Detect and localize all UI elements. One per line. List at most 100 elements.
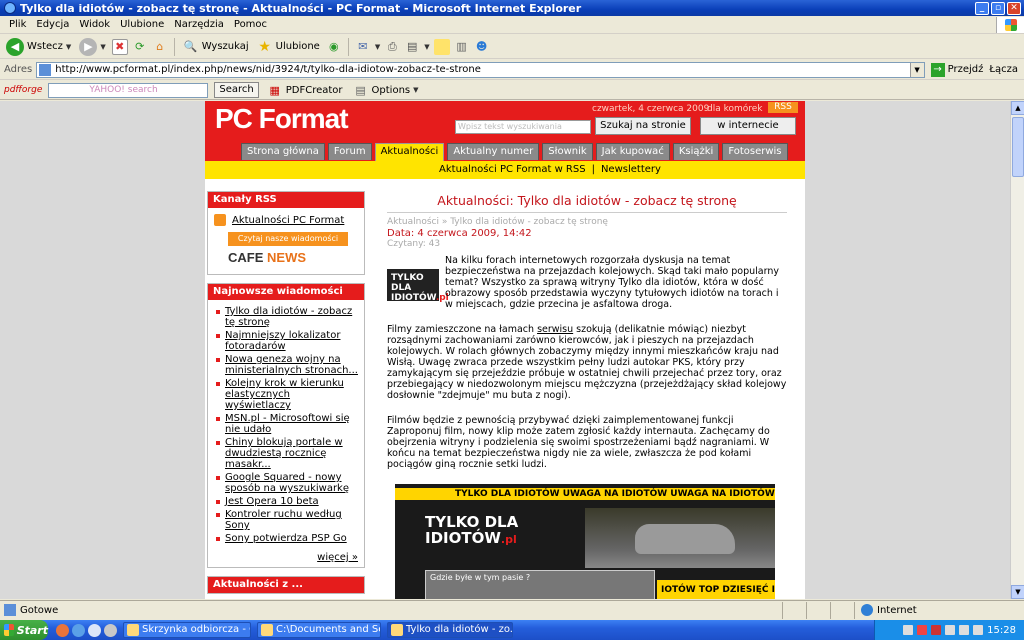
address-input[interactable]: http://www.pcformat.pl/index.php/news/ni… bbox=[36, 61, 925, 78]
site-date: czwartek, 4 czerwca 2009 bbox=[592, 104, 710, 114]
nav-photo[interactable]: Fotoserwis bbox=[722, 143, 788, 160]
close-button[interactable]: ✕ bbox=[1007, 1, 1021, 15]
taskbar-item-ie[interactable]: Tylko dla idiotów - zo... bbox=[387, 622, 513, 638]
taskbar-item-outlook[interactable]: Skrzynka odbiorcza - Out... bbox=[123, 622, 251, 638]
yahoo-search-button[interactable]: Search bbox=[214, 82, 259, 98]
list-item[interactable]: Google Squared - nowy sposób na wyszukiw… bbox=[216, 472, 358, 494]
menu-view[interactable]: Widok bbox=[74, 19, 115, 30]
opera-icon[interactable] bbox=[56, 623, 69, 637]
menu-favorites[interactable]: Ulubione bbox=[115, 19, 169, 30]
clock[interactable]: 15:28 bbox=[987, 625, 1016, 636]
article-thumbnail: TYLKO DLA IDIOTÓW.pl bbox=[387, 269, 449, 303]
subnav-rss-link[interactable]: Aktualności PC Format w RSS bbox=[439, 164, 586, 175]
scroll-thumb[interactable] bbox=[1012, 117, 1024, 177]
breadcrumb[interactable]: Aktualności » Tylko dla idiotów - zobacz… bbox=[387, 217, 787, 227]
print-button[interactable]: ⎙ bbox=[384, 39, 400, 55]
history-button[interactable]: ◉ bbox=[326, 39, 342, 55]
nav-home[interactable]: Strona główna bbox=[241, 143, 325, 160]
chevron-down-icon[interactable]: ▼ bbox=[424, 43, 429, 51]
tray-icon[interactable] bbox=[903, 625, 914, 635]
menu-help[interactable]: Pomoc bbox=[229, 19, 272, 30]
menu-file[interactable]: Plik bbox=[4, 19, 31, 30]
refresh-button[interactable]: ⟳ bbox=[132, 39, 148, 55]
vertical-scrollbar[interactable]: ▲ ▼ bbox=[1010, 101, 1024, 599]
taskbar: Start Skrzynka odbiorcza - Out... C:\Doc… bbox=[0, 620, 1024, 640]
chevron-down-icon: ▼ bbox=[65, 42, 72, 51]
latest-news-box: Najnowsze wiadomości Tylko dla idiotów -… bbox=[207, 283, 365, 568]
list-item[interactable]: Jest Opera 10 beta bbox=[216, 496, 358, 507]
rss-feed-link[interactable]: Aktualności PC Format bbox=[208, 208, 364, 228]
page-icon bbox=[4, 604, 16, 616]
windows-logo bbox=[996, 16, 1024, 33]
popup-blocker-icon[interactable] bbox=[830, 601, 854, 619]
menu-tools[interactable]: Narzędzia bbox=[169, 19, 229, 30]
nav-books[interactable]: Książki bbox=[672, 143, 720, 160]
mobile-link[interactable]: dla komórek bbox=[707, 104, 763, 114]
research-button[interactable]: ▥ bbox=[454, 39, 470, 55]
maximize-button[interactable]: ▫ bbox=[991, 1, 1005, 15]
list-item[interactable]: Chiny blokują portale w dwudziestą roczn… bbox=[216, 437, 358, 470]
messenger-button[interactable]: ☻ bbox=[474, 39, 490, 55]
nav-dictionary[interactable]: Słownik bbox=[542, 143, 593, 160]
nav-news[interactable]: Aktualności bbox=[374, 143, 445, 161]
pdfcreator-button[interactable]: ▦ PDFCreator bbox=[265, 82, 345, 98]
nav-forum[interactable]: Forum bbox=[327, 143, 372, 160]
address-dropdown[interactable]: ▼ bbox=[909, 62, 924, 77]
tray-icon[interactable] bbox=[959, 625, 970, 635]
list-item[interactable]: Sony potwierdza PSP Go bbox=[216, 533, 358, 544]
list-item[interactable]: Kontroler ruchu według Sony bbox=[216, 509, 358, 531]
taskbar-item-explorer[interactable]: C:\Documents and Settin... bbox=[257, 622, 381, 638]
nav-current-issue[interactable]: Aktualny numer bbox=[447, 143, 540, 160]
bullet-icon bbox=[216, 513, 220, 517]
go-button[interactable]: → Przejdź bbox=[929, 62, 986, 77]
links-button[interactable]: Łącza bbox=[989, 64, 1024, 75]
notes-button[interactable] bbox=[433, 38, 450, 55]
scroll-down-arrow[interactable]: ▼ bbox=[1011, 585, 1024, 599]
scroll-up-arrow[interactable]: ▲ bbox=[1011, 101, 1024, 115]
search-site-button[interactable]: Szukaj na stronie bbox=[595, 117, 691, 135]
tray-icon[interactable] bbox=[931, 625, 942, 635]
list-item[interactable]: MSN.pl - Microsoftowi się nie udało bbox=[216, 413, 358, 435]
list-item[interactable]: Kolejny krok w kierunku elastycznych wyś… bbox=[216, 378, 358, 411]
subnav-newsletter-link[interactable]: Newslettery bbox=[601, 164, 661, 175]
search-web-button[interactable]: w internecie bbox=[700, 117, 796, 135]
media-icon[interactable] bbox=[104, 623, 117, 637]
list-item[interactable]: Nowa geneza wojny na ministerialnych str… bbox=[216, 354, 358, 376]
nav-how-to-buy[interactable]: Jak kupować bbox=[595, 143, 670, 160]
news-link-label: Najmniejszy lokalizator fotoradarów bbox=[225, 330, 341, 352]
read-news-button[interactable]: Czytaj nasze wiadomości bbox=[228, 232, 348, 246]
more-link[interactable]: więcej » bbox=[208, 550, 364, 567]
start-button[interactable]: Start bbox=[0, 620, 48, 640]
search-button[interactable]: 🔍 Wyszukaj bbox=[181, 39, 251, 55]
video-player[interactable]: TYLKO DLA IDIOTÓW UWAGA NA IDIOTÓW UWAGA… bbox=[395, 484, 775, 599]
mail-button[interactable]: ✉ bbox=[355, 39, 371, 55]
desktop-icon[interactable] bbox=[88, 623, 101, 637]
back-button[interactable]: ◀ Wstecz ▼ bbox=[4, 37, 73, 56]
site-logo[interactable]: PC Format bbox=[215, 103, 349, 135]
tray-icon[interactable] bbox=[945, 625, 956, 635]
pdfforge-logo: pdfforge bbox=[4, 85, 43, 95]
list-item[interactable]: Tylko dla idiotów - zobacz tę stronę bbox=[216, 306, 358, 328]
thumb-line1: TYLKO DLA bbox=[391, 273, 424, 293]
chevron-down-icon: ▼ bbox=[100, 42, 106, 51]
tray-icon[interactable] bbox=[917, 625, 928, 635]
forward-button[interactable]: ▶ ▼ bbox=[77, 37, 107, 56]
list-item[interactable]: Najmniejszy lokalizator fotoradarów bbox=[216, 330, 358, 352]
edit-button[interactable]: ▤ bbox=[404, 39, 420, 55]
rss-badge[interactable]: RSS bbox=[768, 102, 798, 113]
cafe-news-logo[interactable]: CAFE NEWS bbox=[228, 250, 348, 268]
yahoo-search-input[interactable]: YAHOO! search bbox=[48, 82, 209, 98]
options-button[interactable]: ▤ Options ▼ bbox=[351, 82, 421, 98]
minimize-button[interactable]: _ bbox=[975, 1, 989, 15]
chevron-down-icon[interactable]: ▼ bbox=[375, 43, 380, 51]
tray-icon[interactable] bbox=[973, 625, 984, 635]
site-search-input[interactable]: Wpisz tekst wyszukiwania bbox=[455, 120, 591, 134]
favorites-button[interactable]: ★ Ulubione bbox=[255, 39, 322, 55]
bullet-icon bbox=[216, 358, 220, 362]
stop-button[interactable]: ✖ bbox=[111, 38, 128, 55]
article: Aktualności: Tylko dla idiotów - zobacz … bbox=[387, 193, 787, 599]
serwis-link[interactable]: serwisu bbox=[537, 324, 573, 335]
menu-edit[interactable]: Edycja bbox=[31, 19, 74, 30]
home-button[interactable]: ⌂ bbox=[152, 39, 168, 55]
ie-icon[interactable] bbox=[72, 623, 85, 637]
